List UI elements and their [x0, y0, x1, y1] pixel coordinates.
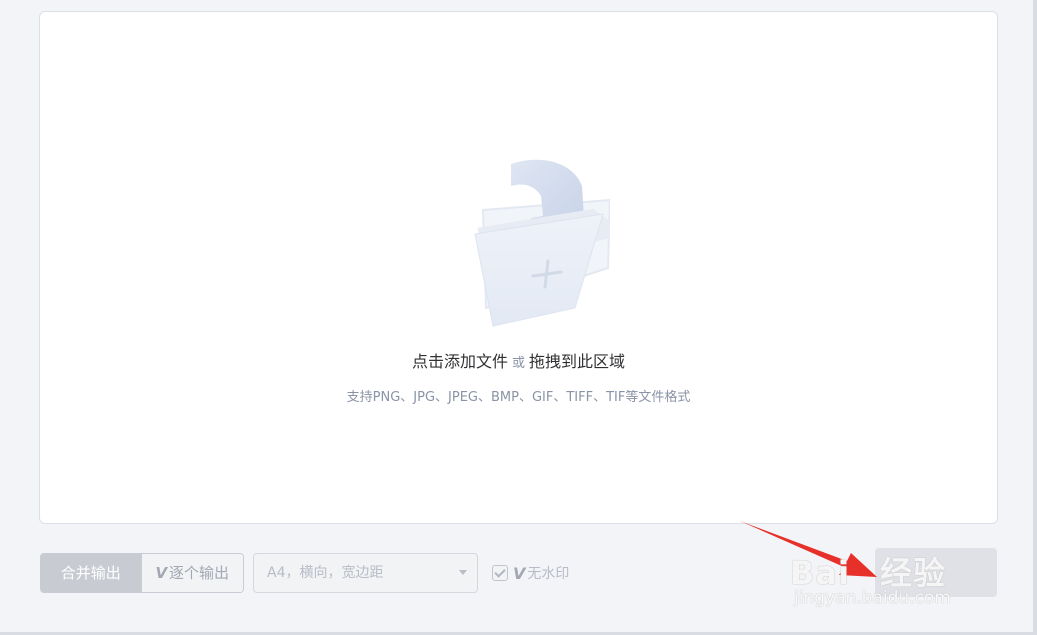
vip-badge-icon: V	[513, 563, 526, 583]
upload-folder-icon	[474, 159, 610, 327]
click-to-add-text[interactable]: 点击添加文件	[412, 352, 508, 371]
individual-output-button[interactable]: V 逐个输出	[140, 554, 243, 592]
no-watermark-option[interactable]: V 无水印	[492, 563, 569, 583]
or-text: 或	[511, 356, 525, 371]
drag-here-text: 拖拽到此区域	[529, 352, 626, 371]
output-mode-toggle: 合并输出 V 逐个输出	[40, 553, 244, 593]
no-watermark-checkbox[interactable]	[492, 565, 508, 581]
window-right-border	[1033, 0, 1037, 635]
no-watermark-label: 无水印	[527, 566, 570, 582]
red-annotation-arrow	[740, 521, 877, 577]
vip-badge-icon: V	[155, 564, 168, 582]
drop-instructions: 点击添加文件或拖拽到此区域	[40, 348, 997, 372]
page-settings-value: A4，横向，宽边距	[267, 565, 384, 581]
individual-output-label: 逐个输出	[169, 564, 230, 582]
start-convert-button[interactable]	[875, 548, 997, 597]
page-settings-select[interactable]: A4，横向，宽边距	[253, 553, 478, 593]
caret-down-icon	[459, 570, 467, 575]
supported-formats-text: 支持PNG、JPG、JPEG、BMP、GIF、TIFF、TIF等文件格式	[346, 390, 691, 405]
merge-output-button[interactable]: 合并输出	[41, 554, 141, 592]
file-drop-zone[interactable]: 点击添加文件或拖拽到此区域 支持PNG、JPG、JPEG、BMP、GIF、TIF…	[39, 11, 998, 524]
